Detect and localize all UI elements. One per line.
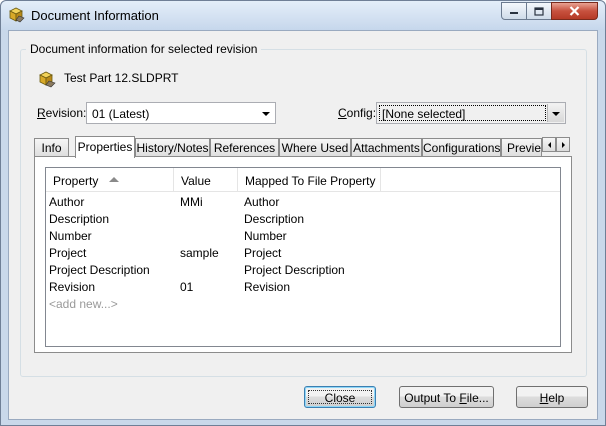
maximize-icon — [534, 6, 544, 16]
sort-ascending-icon — [109, 177, 119, 182]
help-button[interactable]: Help — [516, 386, 588, 408]
close-button[interactable]: Close — [304, 386, 376, 408]
value-cell: MMi — [180, 195, 203, 209]
properties-list[interactable]: Property Value Mapped To File Property A… — [45, 167, 561, 347]
table-row[interactable]: Description Description — [46, 211, 560, 228]
document-information-window: Document Information Document informatio… — [0, 0, 606, 426]
mapped-cell: Description — [244, 212, 305, 226]
property-cell: Description — [49, 212, 110, 226]
help-button-label: Help — [539, 391, 565, 405]
tab-info[interactable]: Info — [34, 138, 69, 157]
tab-references[interactable]: References — [210, 138, 279, 157]
tab-where-used[interactable]: Where Used — [279, 138, 351, 157]
tab-scroll-right-button[interactable] — [556, 137, 570, 152]
chevron-down-icon — [552, 112, 560, 116]
column-header-value[interactable]: Value — [174, 168, 238, 192]
property-cell: Author — [49, 195, 85, 209]
mapped-cell: Author — [244, 195, 280, 209]
maximize-button[interactable] — [526, 2, 552, 20]
close-icon — [569, 6, 580, 16]
add-new-label: <add new...> — [49, 297, 118, 311]
config-value: [None selected] — [382, 107, 466, 121]
tab-preview[interactable]: Preview — [501, 138, 542, 157]
config-label: Config: — [338, 106, 377, 120]
mapped-cell: Project Description — [244, 263, 345, 277]
value-cell: sample — [180, 246, 219, 260]
groupbox-legend: Document information for selected revisi… — [26, 42, 262, 56]
column-header-label: Property — [53, 174, 99, 188]
property-cell: Revision — [49, 280, 96, 294]
tab-properties[interactable]: Properties — [75, 136, 135, 158]
column-header-mapped[interactable]: Mapped To File Property — [238, 168, 381, 192]
revision-dropdown[interactable]: 01 (Latest) — [86, 102, 276, 124]
tab-history-notes[interactable]: History/Notes — [135, 138, 210, 157]
window-title: Document Information — [31, 8, 159, 23]
arrow-right-icon — [561, 141, 565, 148]
property-cell: Project Description — [49, 263, 150, 277]
list-header: Property Value Mapped To File Property — [46, 168, 560, 192]
table-row[interactable]: Number Number — [46, 228, 560, 245]
mapped-cell: Number — [244, 229, 287, 243]
revision-label: Revision: — [37, 106, 87, 120]
tab-scroll-left-button[interactable] — [542, 137, 556, 152]
part-icon — [9, 7, 25, 23]
tab-strip: Info Properties History/Notes References… — [34, 136, 574, 158]
table-row[interactable]: Project Description Project Description — [46, 262, 560, 279]
tab-configurations[interactable]: Configurations — [422, 138, 501, 157]
minimize-icon — [510, 12, 518, 14]
tab-attachments[interactable]: Attachments — [351, 138, 422, 157]
column-header-label: Mapped To File Property — [245, 174, 376, 188]
add-new-row[interactable]: <add new...> — [46, 296, 560, 313]
dialog-client-area: Document information for selected revisi… — [8, 30, 598, 420]
mapped-cell: Revision — [244, 280, 291, 294]
property-cell: Project — [49, 246, 87, 260]
close-window-button[interactable] — [551, 2, 598, 20]
table-row[interactable]: Project sample Project — [46, 245, 560, 262]
table-row[interactable]: Author MMi Author — [46, 194, 560, 211]
properties-tab-panel: Property Value Mapped To File Property A… — [34, 156, 572, 353]
arrow-left-icon — [547, 141, 551, 148]
output-to-file-label: Output To File... — [404, 391, 489, 405]
output-to-file-button[interactable]: Output To File... — [399, 386, 494, 408]
property-cell: Number — [49, 229, 92, 243]
table-row[interactable]: Revision 01 Revision — [46, 279, 560, 296]
focus-rect — [308, 390, 372, 404]
chevron-down-icon — [262, 112, 270, 116]
title-bar[interactable]: Document Information — [1, 1, 605, 30]
mapped-cell: Project — [244, 246, 282, 260]
minimize-button[interactable] — [501, 2, 527, 20]
document-name: Test Part 12.SLDPRT — [64, 71, 179, 85]
column-header-property[interactable]: Property — [46, 168, 174, 192]
revision-value: 01 (Latest) — [92, 107, 150, 121]
config-dropdown[interactable]: [None selected] — [376, 102, 566, 124]
part-icon — [39, 71, 56, 88]
column-header-label: Value — [181, 174, 211, 188]
value-cell: 01 — [180, 280, 194, 294]
